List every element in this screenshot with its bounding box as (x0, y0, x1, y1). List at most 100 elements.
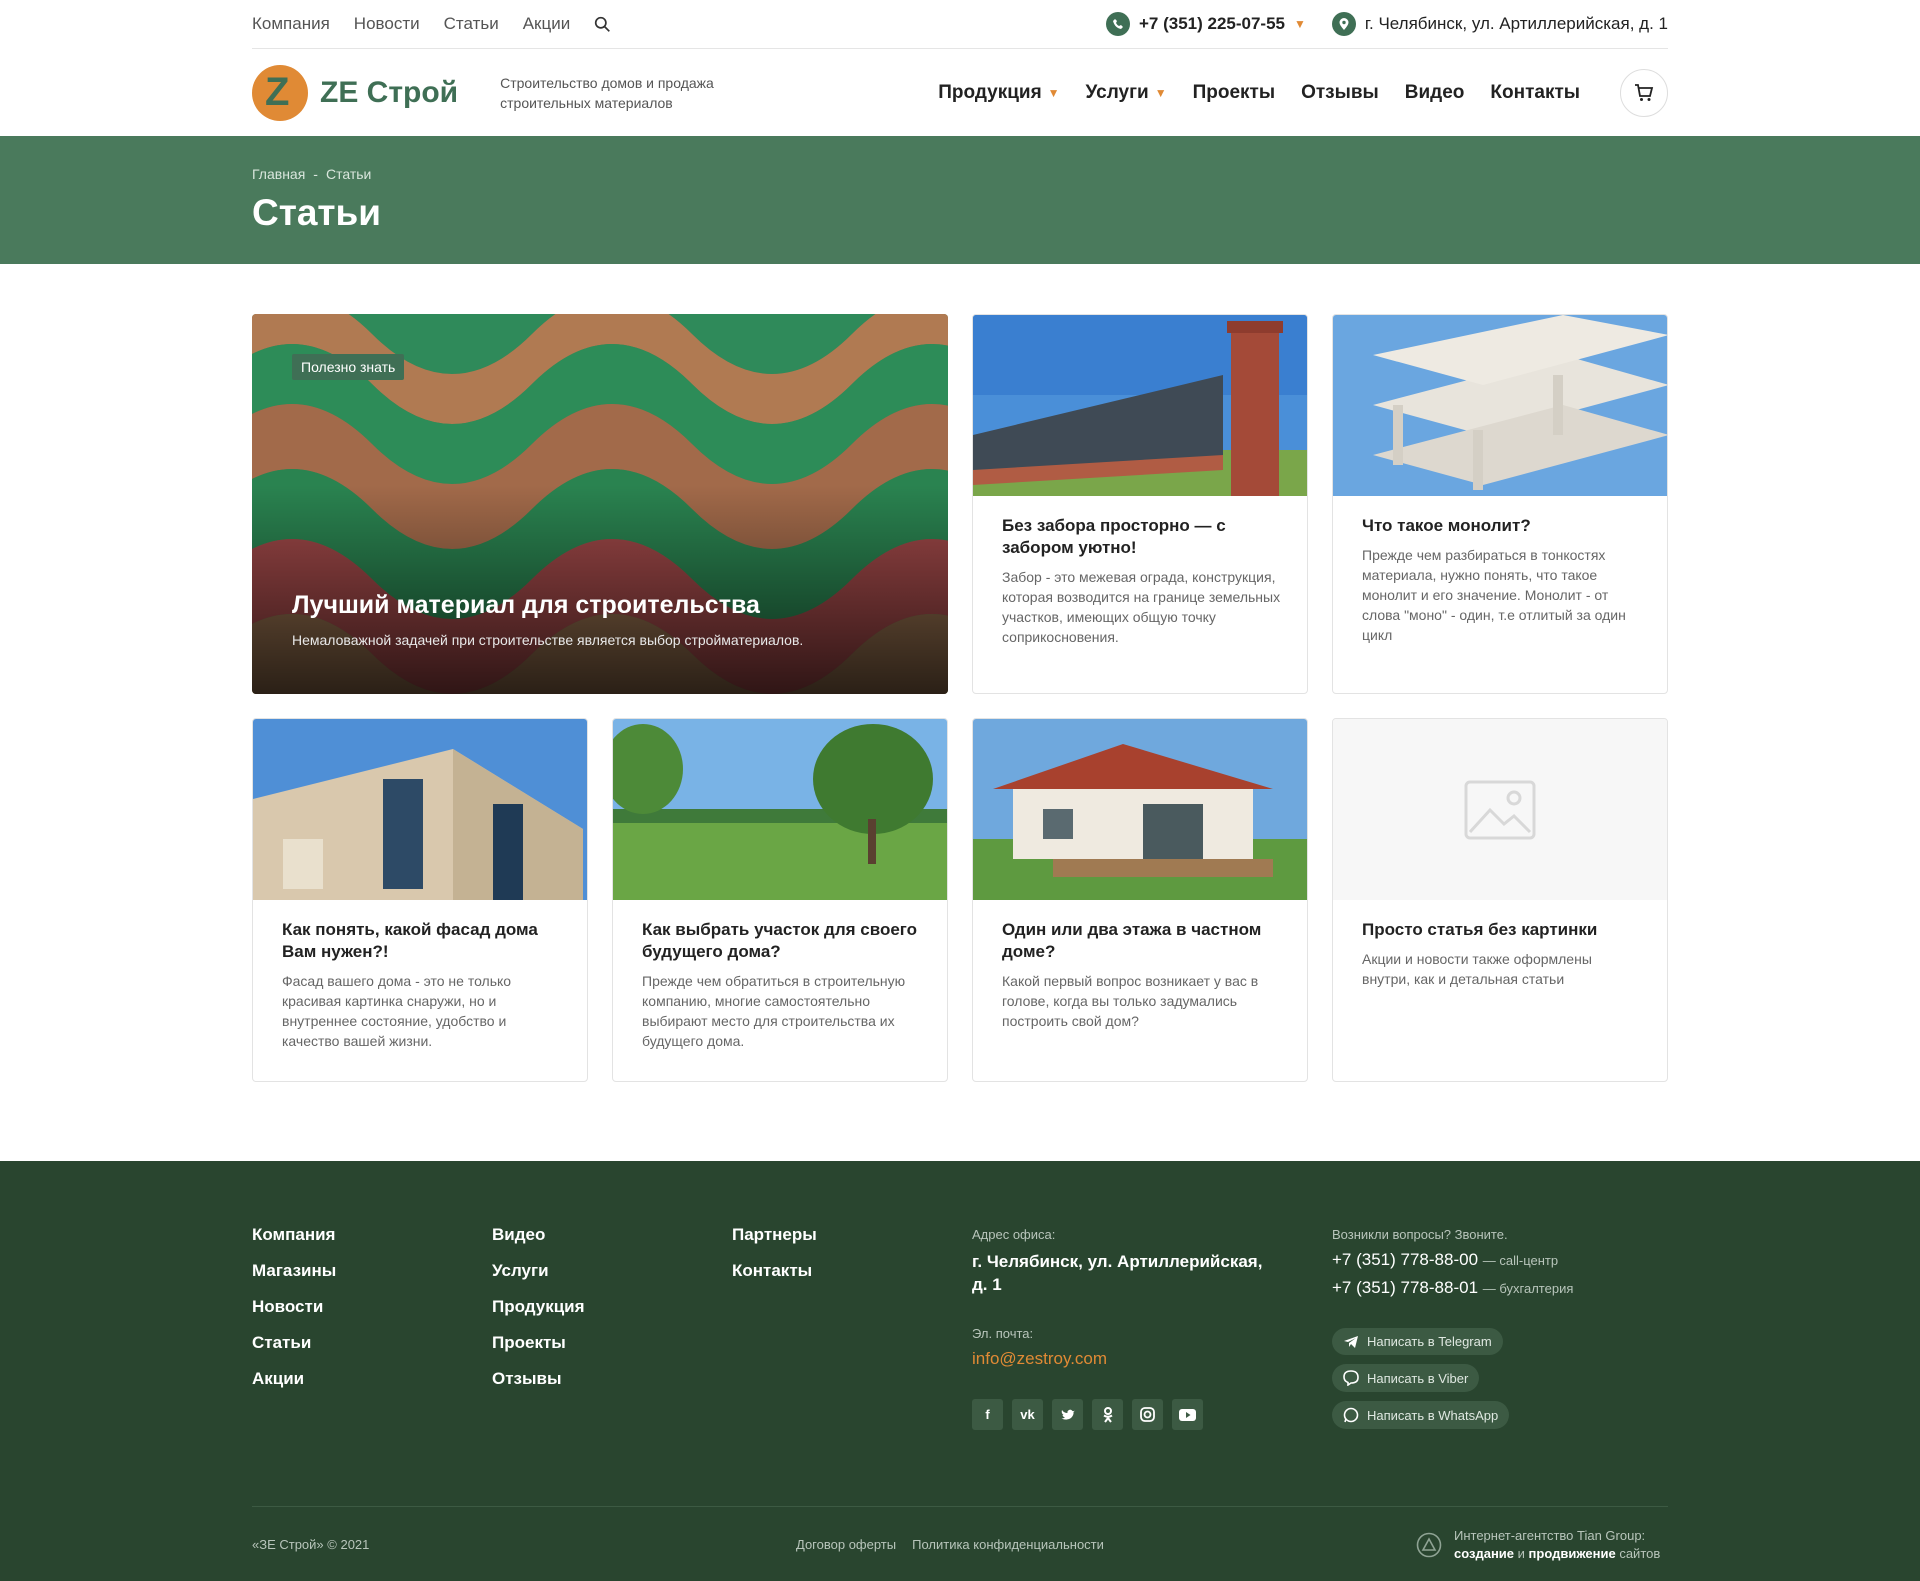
offer-link[interactable]: Договор оферты (796, 1537, 896, 1552)
whatsapp-button[interactable]: Написать в WhatsApp (1332, 1401, 1510, 1429)
article-body: Как выбрать участок для своего будущего … (642, 919, 923, 1051)
top-phone: +7 (351) 225-07-55 (1138, 14, 1285, 33)
telegram-button[interactable]: Написать в Telegram (1332, 1328, 1503, 1355)
private-house-image (973, 719, 1307, 900)
top-nav-articles[interactable]: Статьи (444, 14, 499, 34)
featured-article-title: Лучший материал для строительства (292, 591, 760, 619)
search-icon[interactable] (594, 16, 611, 33)
top-address: г. Челябинск, ул. Артиллерийская, д. 1 (1364, 14, 1668, 33)
article-title: Просто статья без картинки (1362, 920, 1598, 939)
footer-link[interactable]: Видео (492, 1225, 585, 1245)
chevron-down-icon: ▼ (1154, 86, 1167, 100)
article-excerpt: Прежде чем обратиться в строительную ком… (642, 973, 906, 1049)
featured-article-card[interactable]: Полезно знать Лучший материал для строит… (252, 314, 948, 694)
email-label: Эл. почта: (972, 1326, 1034, 1341)
article-tag: Полезно знать (292, 354, 405, 380)
twitter-icon[interactable] (1052, 1399, 1083, 1430)
facebook-icon[interactable]: f (972, 1399, 1003, 1430)
agency-line-2: создание и продвижение сайтов (1454, 1545, 1660, 1563)
top-nav-news[interactable]: Новости (354, 14, 420, 34)
logo-mark-icon: Z (252, 65, 308, 121)
footer-nav-col-3: Партнеры Контакты (732, 1225, 817, 1281)
agency-credit[interactable]: Интернет-агентство Tian Group: создание … (1416, 1527, 1660, 1563)
page-title: Статьи (252, 192, 382, 233)
youtube-icon[interactable] (1172, 1399, 1203, 1430)
article-body: Просто статья без картинки Акции и новос… (1362, 919, 1643, 989)
page: Компания Новости Статьи Акции +7 (351) 2… (0, 0, 1920, 1581)
article-excerpt: Забор - это межевая ограда, конструкция,… (1002, 569, 1281, 645)
footer-link[interactable]: Магазины (252, 1261, 336, 1281)
phone-line-1: +7 (351) 778-88-00 — call-центр (1332, 1250, 1672, 1270)
logo-text: ZE Строй (320, 76, 459, 109)
copyright: «ЗЕ Строй» © 2021 (252, 1537, 370, 1552)
footer-link[interactable]: Партнеры (732, 1225, 817, 1245)
whatsapp-label: Написать в WhatsApp (1367, 1407, 1499, 1423)
logo[interactable]: Z ZE Строй (252, 65, 458, 121)
footer-link[interactable]: Акции (252, 1369, 336, 1389)
footer-phone-2[interactable]: +7 (351) 778-88-01 (1332, 1278, 1478, 1297)
footer-phone-1[interactable]: +7 (351) 778-88-00 (1332, 1250, 1478, 1269)
footer-link[interactable]: Продукция (492, 1297, 585, 1317)
footer-link[interactable]: Контакты (732, 1261, 817, 1281)
page-banner: Главная - Статьи Статьи (0, 136, 1920, 264)
article-card[interactable]: Просто статья без картинки Акции и новос… (1332, 718, 1668, 1082)
nav-products[interactable]: Продукция ▼ (938, 82, 1059, 104)
top-nav-promos[interactable]: Акции (523, 14, 571, 34)
article-card[interactable]: Как выбрать участок для своего будущего … (612, 718, 948, 1082)
article-title: Как понять, какой фасад дома Вам нужен?! (282, 920, 538, 961)
featured-article-text: Немаловажной задачей при строительстве я… (292, 632, 804, 648)
footer-link[interactable]: Новости (252, 1297, 336, 1317)
nav-products-label: Продукция (938, 82, 1042, 103)
location-pin-icon (1331, 12, 1356, 36)
article-body: Без забора просторно — с забором уютно! … (1002, 515, 1283, 647)
monolith-building-image (1333, 315, 1667, 496)
odnoklassniki-icon[interactable] (1092, 1399, 1123, 1430)
nav-video[interactable]: Видео (1405, 82, 1465, 104)
legal-links: Договор оферты Политика конфиденциальнос… (796, 1537, 1104, 1552)
image-placeholder-icon (1464, 780, 1536, 839)
office-address: г. Челябинск, ул. Артиллерийская, д. 1 (972, 1252, 1263, 1294)
footer-link[interactable]: Статьи (252, 1333, 336, 1353)
breadcrumb-home[interactable]: Главная (252, 166, 305, 182)
nav-services-label: Услуги (1085, 82, 1149, 103)
article-card[interactable]: Без забора просторно — с забором уютно! … (972, 314, 1308, 694)
privacy-link[interactable]: Политика конфиденциальности (912, 1537, 1104, 1552)
social-links: f vk (972, 1399, 1272, 1430)
telegram-label: Написать в Telegram (1367, 1334, 1492, 1349)
nav-projects[interactable]: Проекты (1193, 82, 1275, 104)
office-label: Адрес офиса: (972, 1227, 1056, 1242)
image-placeholder (1333, 719, 1667, 900)
article-card[interactable]: Один или два этажа в частном доме? Какой… (972, 718, 1308, 1082)
nav-services[interactable]: Услуги ▼ (1086, 82, 1167, 104)
phone-selector[interactable]: +7 (351) 225-07-55 ▼ (1105, 12, 1306, 36)
top-nav: Компания Новости Статьи Акции (252, 14, 611, 34)
cart-button[interactable] (1620, 69, 1668, 117)
cart-icon (1635, 84, 1654, 101)
chevron-down-icon: ▼ (1294, 17, 1306, 31)
article-excerpt: Какой первый вопрос возникает у вас в го… (1002, 973, 1259, 1029)
article-excerpt: Акции и новости также оформлены внутри, … (1362, 951, 1592, 987)
nav-reviews[interactable]: Отзывы (1301, 82, 1379, 104)
agency-and: и (1517, 1546, 1525, 1561)
viber-button[interactable]: Написать в Viber (1332, 1364, 1480, 1392)
instagram-icon[interactable] (1132, 1399, 1163, 1430)
footer-link[interactable]: Услуги (492, 1261, 585, 1281)
article-excerpt: Фасад вашего дома - это не только красив… (282, 973, 512, 1049)
agency-text: Интернет-агентство Tian Group: создание … (1454, 1527, 1660, 1563)
article-body: Как понять, какой фасад дома Вам нужен?!… (282, 919, 563, 1051)
article-card[interactable]: Что такое монолит? Прежде чем разбиратьс… (1332, 314, 1668, 694)
footer-link[interactable]: Отзывы (492, 1369, 585, 1389)
footer-link[interactable]: Компания (252, 1225, 336, 1245)
nav-contacts[interactable]: Контакты (1490, 82, 1580, 104)
questions-label: Возникли вопросы? Звоните. (1332, 1227, 1508, 1242)
top-nav-company[interactable]: Компания (252, 14, 330, 34)
email-link[interactable]: info@zestroy.com (972, 1349, 1272, 1369)
article-card[interactable]: Как понять, какой фасад дома Вам нужен?!… (252, 718, 588, 1082)
agency-create: создание (1454, 1546, 1515, 1561)
agency-line-1: Интернет-агентство Tian Group: (1454, 1528, 1646, 1543)
phone-2-note: — бухгалтерия (1482, 1281, 1574, 1296)
header: Z ZE Строй Строительство домов и продажа… (252, 50, 1668, 136)
breadcrumb-separator: - (313, 166, 318, 182)
vk-icon[interactable]: vk (1012, 1399, 1043, 1430)
footer-link[interactable]: Проекты (492, 1333, 585, 1353)
